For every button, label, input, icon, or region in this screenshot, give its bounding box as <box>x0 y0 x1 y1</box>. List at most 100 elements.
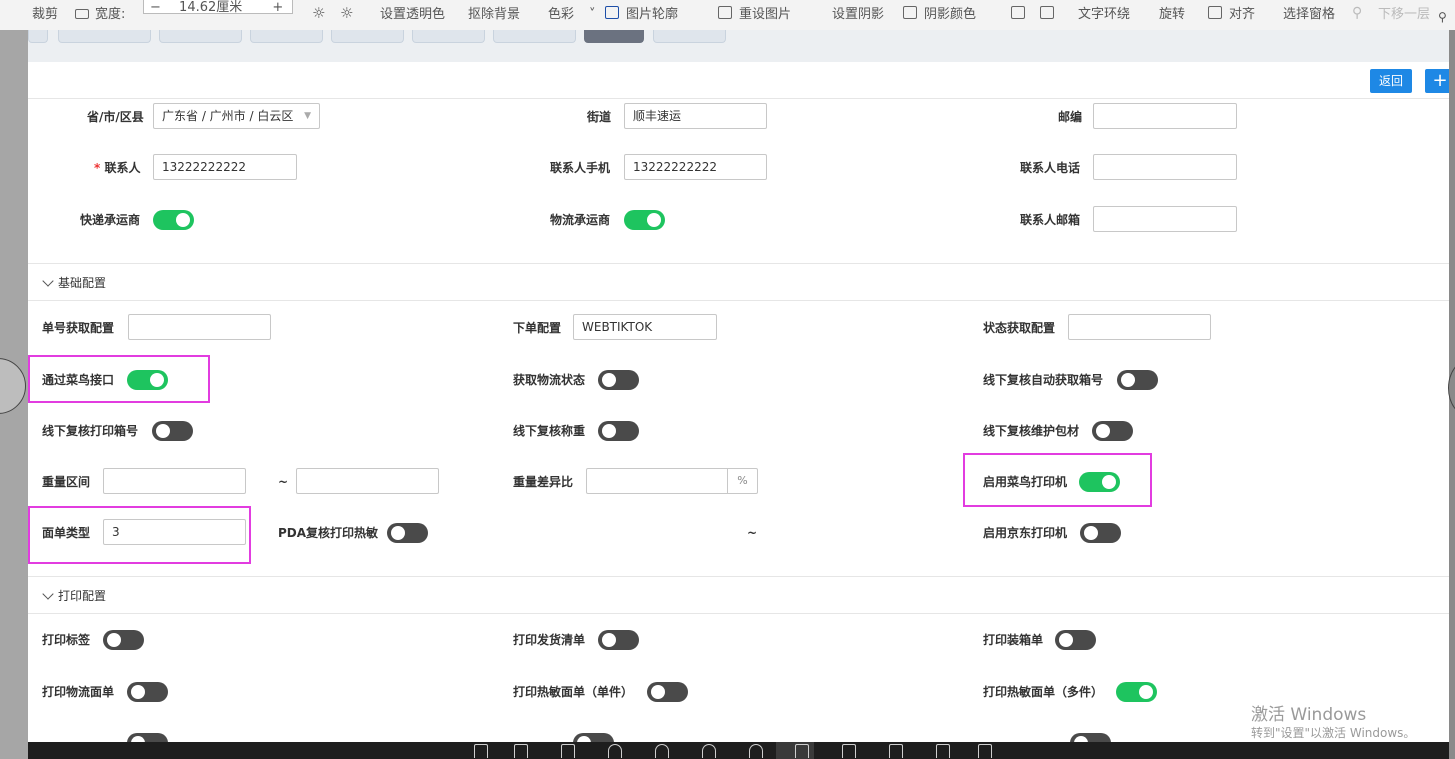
viewer-tool-icon[interactable] <box>978 744 992 758</box>
order-config-input[interactable]: WEBTIKTOK <box>573 314 717 340</box>
selection-pane-button[interactable]: 选择窗格 <box>1283 7 1335 23</box>
rotate-button[interactable]: 旋转 <box>1159 7 1185 23</box>
width-value: 14.62厘米 <box>179 0 243 15</box>
print-thermal-single-switch[interactable] <box>647 682 688 702</box>
street-label: 街道 <box>587 110 612 124</box>
fetch-status-switch[interactable] <box>598 370 639 390</box>
rotate-icon[interactable] <box>749 744 763 758</box>
brightness-up-icon[interactable]: ☼ <box>312 5 325 21</box>
pda-thermal-switch[interactable] <box>387 523 428 543</box>
viewer-tool-icon[interactable] <box>561 744 575 758</box>
set-transparent-button[interactable]: 设置透明色 <box>380 7 445 23</box>
shadow-left-icon[interactable] <box>1011 6 1025 19</box>
brightness-down-icon[interactable]: ☼ <box>340 5 353 21</box>
tab-chip-active[interactable] <box>584 30 644 43</box>
print-thermal-multi-switch[interactable] <box>1116 682 1157 702</box>
width-plus-icon[interactable]: + <box>272 0 283 15</box>
move-down-button[interactable]: 下移一层 <box>1378 7 1430 23</box>
order-config-label: 下单配置 <box>513 321 562 335</box>
tab-strip <box>28 30 1449 62</box>
tab-chip[interactable] <box>653 30 726 43</box>
remove-background-button[interactable]: 抠除背景 <box>468 7 520 23</box>
zoom-out-icon[interactable] <box>702 744 716 758</box>
packing-switch[interactable] <box>1092 421 1133 441</box>
status-config-input[interactable] <box>1068 314 1211 340</box>
street-input[interactable]: 顺丰速运 <box>624 103 767 129</box>
viewer-tool-icon[interactable] <box>936 744 950 758</box>
phone-input[interactable] <box>1093 154 1237 180</box>
weigh-switch[interactable] <box>598 421 639 441</box>
viewer-tool-icon[interactable] <box>474 744 488 758</box>
width-minus-icon[interactable]: − <box>150 0 161 15</box>
tab-chip[interactable] <box>331 30 404 43</box>
postcode-input[interactable] <box>1093 103 1237 129</box>
partial-switch[interactable] <box>1070 733 1111 742</box>
contact-input[interactable]: 13222222222 <box>153 154 297 180</box>
align-icon <box>1208 6 1222 19</box>
waybill-type-input[interactable]: 3 <box>103 519 246 545</box>
zoom-in-icon[interactable] <box>655 744 669 758</box>
region-cascader[interactable]: 广东省 / 广州市 / 白云区 ▼ <box>153 103 320 129</box>
print-thermal-multi-label: 打印热敏面单（多件） <box>983 685 1104 699</box>
partial-switch[interactable] <box>573 733 614 742</box>
viewer-tool-icon[interactable] <box>889 744 903 758</box>
width-input[interactable]: − 14.62厘米 + <box>143 0 293 15</box>
align-button[interactable]: 对齐 <box>1229 7 1255 23</box>
tab-chip[interactable] <box>250 30 323 43</box>
mobile-input[interactable]: 13222222222 <box>624 154 767 180</box>
logistics-carrier-label: 物流承运商 <box>550 213 611 227</box>
express-carrier-switch[interactable] <box>153 210 194 230</box>
print-label-switch[interactable] <box>103 630 144 650</box>
color-dropdown-icon[interactable]: ˅ <box>589 7 596 23</box>
phone-label: 联系人电话 <box>1020 161 1081 175</box>
text-wrap-button[interactable]: 文字环绕 <box>1078 7 1130 23</box>
logistics-carrier-switch[interactable] <box>624 210 665 230</box>
contact-label: * 联系人 <box>94 160 140 176</box>
width-label: 宽度: <box>95 7 126 22</box>
pin-icon[interactable]: ⚲ <box>1438 9 1447 25</box>
viewer-tool-icon[interactable] <box>795 744 809 758</box>
viewer-tool-icon[interactable] <box>608 744 622 758</box>
cainiao-printer-switch[interactable] <box>1079 472 1120 492</box>
print-delivery-list-switch[interactable] <box>598 630 639 650</box>
tracking-config-input[interactable] <box>128 314 271 340</box>
add-button[interactable]: + <box>1425 69 1449 93</box>
width-icon <box>75 9 89 19</box>
tab-chip[interactable] <box>159 30 242 43</box>
viewer-tool-icon[interactable] <box>514 744 528 758</box>
fetch-status-label: 获取物流状态 <box>513 373 586 387</box>
crop-button[interactable]: 裁剪 <box>32 7 58 23</box>
cainiao-api-switch[interactable] <box>127 370 168 390</box>
move-down-icon: ⚲ <box>1352 5 1363 21</box>
auto-box-switch[interactable] <box>1117 370 1158 390</box>
color-button[interactable]: 色彩 <box>548 7 574 23</box>
print-logistics-waybill-switch[interactable] <box>127 682 168 702</box>
shadow-color-button[interactable]: 阴影颜色 <box>924 7 976 23</box>
print-box-switch[interactable] <box>152 421 193 441</box>
tab-chip[interactable] <box>412 30 485 43</box>
print-packing-list-switch[interactable] <box>1055 630 1096 650</box>
picture-outline-button[interactable]: 图片轮廓 <box>626 7 678 23</box>
partial-switch[interactable] <box>127 733 168 742</box>
email-input[interactable] <box>1093 206 1237 232</box>
weight-max-input[interactable] <box>296 468 439 494</box>
shadow-color-icon <box>903 6 917 19</box>
back-button[interactable]: 返回 <box>1370 69 1412 93</box>
print-config-section-header[interactable]: 打印配置 <box>28 576 1449 614</box>
tab-chip[interactable] <box>28 30 48 43</box>
weight-min-input[interactable] <box>103 468 246 494</box>
cainiao-printer-label: 启用菜鸟打印机 <box>983 475 1068 489</box>
shadow-right-icon[interactable] <box>1040 6 1054 19</box>
viewer-tool-icon[interactable] <box>842 744 856 758</box>
mobile-label: 联系人手机 <box>550 161 611 175</box>
jd-printer-switch[interactable] <box>1080 523 1121 543</box>
print-config-title: 打印配置 <box>58 589 107 603</box>
print-label-label: 打印标签 <box>42 633 91 647</box>
tab-chip[interactable] <box>493 30 576 43</box>
reset-picture-button[interactable]: 重设图片 <box>739 7 791 23</box>
tab-chip[interactable] <box>58 30 151 43</box>
print-thermal-single-label: 打印热敏面单（单件） <box>513 685 634 699</box>
set-shadow-button[interactable]: 设置阴影 <box>832 7 884 23</box>
basic-config-section-header[interactable]: 基础配置 <box>28 263 1449 301</box>
weight-diff-input[interactable]: % <box>586 468 758 494</box>
